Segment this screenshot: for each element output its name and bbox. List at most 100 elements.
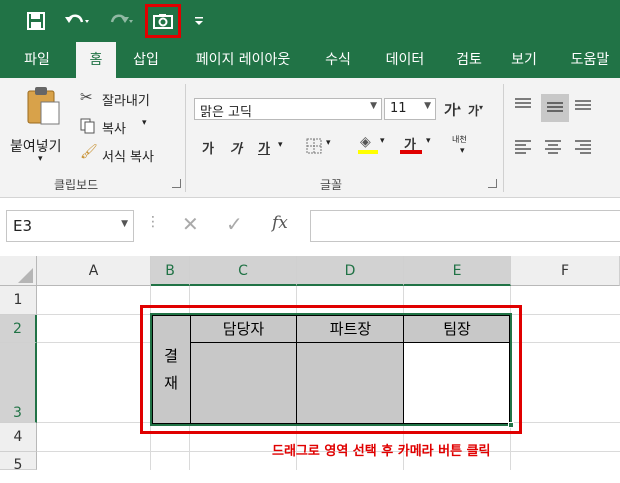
undo-button[interactable] <box>60 8 94 34</box>
select-all-icon <box>18 268 33 283</box>
grow-font-button[interactable]: 가▴ <box>444 100 461 120</box>
column-header-a[interactable]: A <box>37 256 151 286</box>
tab-home[interactable]: 홈 <box>76 42 116 78</box>
chevron-down-icon: ▼ <box>121 219 128 229</box>
shrink-font-label: 가 <box>468 104 480 118</box>
group-divider <box>503 84 504 192</box>
paste-label: 붙여넣기 <box>10 139 62 155</box>
grow-font-label: 가 <box>444 103 457 119</box>
chevron-down-icon: ▼ <box>370 101 377 111</box>
selection-highlight-box <box>140 305 522 434</box>
paste-icon <box>27 87 60 125</box>
align-top-icon <box>515 98 531 108</box>
fill-dropdown-icon: ▾ <box>380 136 385 146</box>
ribbon-tabs: 파일 홈 삽입 페이지 레이아웃 수식 데이터 검토 보기 도움말 <box>0 42 620 78</box>
font-size-select[interactable]: 11 ▼ <box>384 98 436 120</box>
brush-icon: 🖌 <box>80 144 98 160</box>
scissors-icon: ✂ <box>80 88 93 106</box>
font-launcher-icon[interactable] <box>488 179 497 188</box>
shrink-font-button[interactable]: 가▾ <box>468 102 483 119</box>
tab-view[interactable]: 보기 <box>502 42 546 78</box>
row-header-1[interactable]: 1 <box>0 286 37 315</box>
align-center-button[interactable] <box>544 138 566 160</box>
instruction-caption: 드래그로 영역 선택 후 카메라 버튼 클릭 <box>272 444 491 459</box>
formula-bar-divider-icon: ⋮ <box>146 214 160 230</box>
tab-data[interactable]: 데이터 <box>376 42 434 78</box>
paste-button[interactable]: 붙여넣기 ▾ <box>10 86 74 166</box>
enter-icon[interactable]: ✓ <box>226 212 243 236</box>
borders-dropdown-icon: ▾ <box>326 138 331 148</box>
clipboard-group-label: 클립보드 <box>54 178 99 192</box>
row-header-3[interactable]: 3 <box>0 343 37 423</box>
borders-button[interactable]: ▾ <box>306 136 336 156</box>
copy-icon <box>80 118 95 134</box>
row-header-2[interactable]: 2 <box>0 315 37 343</box>
cancel-icon[interactable]: ✕ <box>182 212 199 236</box>
tab-file[interactable]: 파일 <box>12 42 62 78</box>
font-color-button[interactable]: 가 ▾ <box>400 134 436 158</box>
tab-formulas[interactable]: 수식 <box>316 42 360 78</box>
name-box[interactable]: E3 ▼ <box>6 210 134 242</box>
tab-help[interactable]: 도움말 <box>560 42 620 78</box>
copy-dropdown-icon[interactable]: ▾ <box>142 118 147 128</box>
align-middle-button[interactable] <box>541 94 569 122</box>
font-name-select[interactable]: 맑은 고딕 ▼ <box>194 98 382 120</box>
paste-dropdown-icon[interactable]: ▾ <box>38 154 43 164</box>
fill-color-button[interactable]: ◈ ▾ <box>358 134 388 158</box>
copy-label: 복사 <box>102 122 126 137</box>
phonetic-dropdown-icon: ▾ <box>460 146 465 156</box>
save-icon <box>27 12 45 30</box>
phonetic-button[interactable]: 내천 ▾ <box>452 134 482 160</box>
name-box-value: E3 <box>13 217 33 235</box>
column-header-d[interactable]: D <box>297 256 404 286</box>
group-divider <box>185 84 186 192</box>
format-painter-label: 서식 복사 <box>102 150 154 165</box>
align-right-icon <box>575 140 591 154</box>
cut-button[interactable]: ✂ 잘라내기 <box>80 88 170 110</box>
column-header-e[interactable]: E <box>404 256 511 286</box>
redo-button[interactable] <box>104 8 138 34</box>
formula-input[interactable] <box>310 210 620 242</box>
font-group-label: 글꼴 <box>320 178 343 192</box>
tab-insert[interactable]: 삽입 <box>124 42 168 78</box>
font-name-value: 맑은 고딕 <box>200 105 252 120</box>
tab-review[interactable]: 검토 <box>446 42 492 78</box>
save-button[interactable] <box>24 8 48 34</box>
chevron-down-icon: ▼ <box>424 101 431 111</box>
font-color-swatch <box>400 150 422 154</box>
column-header-c[interactable]: C <box>190 256 297 286</box>
font-size-value: 11 <box>390 101 407 116</box>
column-header-f[interactable]: F <box>511 256 620 286</box>
align-bottom-button[interactable] <box>574 96 596 118</box>
ribbon-home: 붙여넣기 ▾ ✂ 잘라내기 복사 ▾ 🖌 서식 복사 클립보드 맑은 고딕 ▼ … <box>0 78 620 198</box>
column-header-b[interactable]: B <box>151 256 190 286</box>
align-bottom-icon <box>575 100 591 110</box>
undo-icon <box>65 14 89 23</box>
row-header-4[interactable]: 4 <box>0 423 37 452</box>
align-top-button[interactable] <box>514 96 536 118</box>
underline-dropdown-icon[interactable]: ▾ <box>278 140 283 150</box>
align-left-icon <box>515 140 531 154</box>
paint-bucket-icon: ◈ <box>360 134 371 150</box>
insert-function-icon[interactable]: fx <box>272 213 288 233</box>
redo-icon <box>110 14 133 23</box>
tab-page-layout[interactable]: 페이지 레이아웃 <box>180 42 306 78</box>
customize-qat-button[interactable] <box>192 8 206 34</box>
align-center-icon <box>545 140 561 154</box>
font-color-dropdown-icon: ▾ <box>426 136 431 146</box>
phonetic-label: 내천 <box>452 135 467 144</box>
align-left-button[interactable] <box>514 138 536 160</box>
format-painter-button[interactable]: 🖌 서식 복사 <box>80 144 170 166</box>
clipboard-launcher-icon[interactable] <box>172 179 181 188</box>
underline-button[interactable]: 가 <box>258 138 270 157</box>
camera-highlight-box <box>145 4 181 38</box>
italic-button[interactable]: 가 <box>230 138 242 157</box>
copy-button[interactable]: 복사 ▾ <box>80 116 170 138</box>
select-all-corner[interactable] <box>0 256 37 286</box>
customize-qat-icon <box>195 17 203 25</box>
fill-color-swatch <box>358 150 378 154</box>
row-header-5[interactable]: 5 <box>0 452 37 473</box>
bold-button[interactable]: 가 <box>202 138 214 157</box>
align-right-button[interactable] <box>574 138 596 160</box>
formula-bar: E3 ▼ ⋮ ✕ ✓ fx <box>0 198 620 256</box>
